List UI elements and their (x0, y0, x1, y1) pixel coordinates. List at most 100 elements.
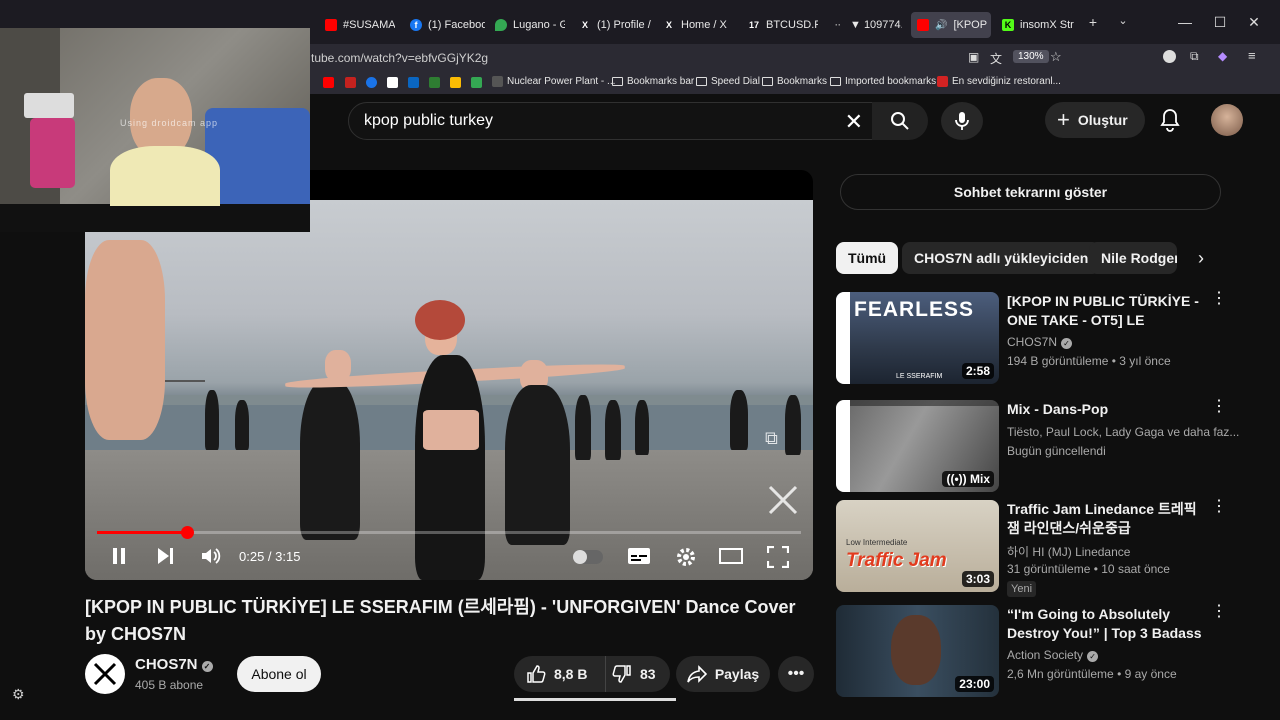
url-input[interactable]: tube.com/watch?v=ebfvGGjYK2g (311, 51, 488, 65)
more-actions-button[interactable]: ••• (778, 656, 814, 692)
dislike-button[interactable]: 83 (610, 656, 670, 692)
menu-icon[interactable]: ≡ (1248, 48, 1256, 63)
recommendation-meta: 194 B görüntüleme • 3 yıl önce (1007, 354, 1171, 368)
chip-all[interactable]: Tümü (836, 242, 899, 274)
tab-susamam[interactable]: #SUSAMAM (325, 12, 395, 38)
x-icon: X (581, 20, 588, 30)
chevron-right-icon[interactable]: › (1180, 242, 1226, 274)
recommendation-item[interactable]: FEARLESS LE SSERAFIM 2:58 [KPOP IN PUBLI… (836, 291, 1227, 384)
recommendation-channel[interactable]: CHOS7N ✓ (1007, 335, 1073, 349)
theater-mode-icon[interactable] (719, 546, 743, 566)
recommendation-title[interactable]: Mix - Dans-Pop (1007, 400, 1207, 420)
bookmark-folder[interactable]: Bookmarks bar (612, 76, 694, 87)
recommendation-channel[interactable]: Action Society ✓ (1007, 648, 1099, 662)
bookmark-folder[interactable]: Bookmarks (762, 76, 827, 87)
video-thumbnail[interactable]: Traffic Jam Low Intermediate 3:03 (836, 500, 999, 592)
pause-icon[interactable] (109, 546, 129, 566)
show-chat-replay-button[interactable]: Sohbet tekrarını göster (840, 174, 1221, 210)
search-box[interactable]: kpop public turkey ✕ (348, 102, 878, 140)
clear-search-icon[interactable]: ✕ (845, 109, 863, 135)
gmail-icon[interactable] (345, 77, 356, 88)
tab-profile-x[interactable]: X (1) Profile / X (579, 12, 654, 38)
duration-badge: 23:00 (955, 676, 994, 692)
bookmark-folder[interactable]: Speed Dial (696, 76, 760, 87)
bookmark-icon[interactable] (408, 77, 419, 88)
thumbs-up-icon (527, 665, 546, 683)
bookmark-icon[interactable] (429, 77, 440, 88)
tab-kpop-active[interactable]: 🔊 [KPOP ✕ (911, 12, 991, 38)
video-thumbnail[interactable]: ((•)) Mix (836, 400, 999, 492)
search-input[interactable]: kpop public turkey (364, 112, 493, 130)
kebab-menu-icon[interactable]: ⋮ (1211, 291, 1227, 307)
cast-icon[interactable]: ⧉ (765, 428, 778, 449)
tab-insomx[interactable]: K insomX Strea (1002, 12, 1074, 38)
profile-icon[interactable] (1163, 50, 1176, 63)
bookmark-icon[interactable] (471, 77, 482, 88)
subtitles-icon[interactable] (627, 546, 651, 566)
bookmark-folder[interactable]: Imported bookmarks (830, 76, 936, 87)
star-icon[interactable]: ☆ (1050, 49, 1062, 65)
create-button[interactable]: + Oluştur (1045, 102, 1145, 138)
settings-gear-icon[interactable]: ⚙ (12, 686, 25, 703)
next-icon[interactable] (155, 546, 175, 566)
translate-icon[interactable]: 文 (990, 50, 1002, 67)
recommendation-item[interactable]: Traffic Jam Low Intermediate 3:03 Traffi… (836, 499, 1227, 597)
tab-facebook[interactable]: f (1) Facebook (410, 12, 485, 38)
tab-ticker[interactable]: ·· ▼ 109774.6 | (832, 12, 902, 38)
progress-track[interactable] (97, 531, 801, 534)
kebab-menu-icon[interactable]: ⋮ (1211, 499, 1227, 515)
chip-nile-rodgers[interactable]: Nile Rodger (1089, 242, 1177, 274)
bookmark-icon[interactable] (366, 77, 377, 88)
picture-icon[interactable]: ▣ (968, 50, 979, 64)
bookmark-nuclear[interactable]: Nuclear Power Plant - ... (492, 76, 615, 87)
maximize-icon[interactable]: ☐ (1210, 14, 1230, 31)
autoplay-toggle[interactable] (573, 550, 603, 564)
tab-list-icon[interactable]: ⌄ (1113, 14, 1133, 27)
voice-search-button[interactable] (941, 102, 983, 140)
recommendation-channel[interactable]: 하이 HI (MJ) Linedance (1007, 543, 1130, 560)
channel-name[interactable]: CHOS7N ✓ (135, 656, 213, 673)
like-dislike-group: 8,8 B 83 (514, 656, 670, 692)
recommendation-item[interactable]: ((•)) Mix Mix - Dans-Pop Tiësto, Paul Lo… (836, 399, 1239, 492)
webcam-overlay: Using droidcam app (0, 28, 310, 232)
subscribe-button[interactable]: Abone ol (237, 656, 321, 692)
extensions-icon[interactable]: ⧉ (1190, 49, 1199, 64)
bookmark-restoran[interactable]: En sevdiğiniz restoranl... (937, 76, 1061, 87)
thumbnail-subtext: LE SSERAFIM (896, 373, 943, 380)
close-window-icon[interactable]: ✕ (1244, 14, 1264, 31)
video-thumbnail[interactable]: 23:00 (836, 605, 999, 697)
settings-icon[interactable] (675, 546, 697, 568)
kebab-menu-icon[interactable]: ⋮ (1211, 399, 1227, 415)
recommendation-item[interactable]: 23:00 “I'm Going to Absolutely Destroy Y… (836, 604, 1227, 697)
tab-btcusd[interactable]: 17 BTCUSD.P 10 (748, 12, 818, 38)
channel-avatar[interactable] (85, 654, 125, 694)
recommendation-title[interactable]: Traffic Jam Linedance 트레픽잼 라인댄스/쉬운중급 (1007, 500, 1207, 538)
drive-icon[interactable] (450, 77, 461, 88)
video-frame (85, 200, 813, 580)
bell-icon[interactable] (1159, 108, 1181, 132)
video-thumbnail[interactable]: FEARLESS LE SSERAFIM 2:58 (836, 292, 999, 384)
recommendation-channel[interactable]: Tiësto, Paul Lock, Lady Gaga ve daha faz… (1007, 425, 1239, 439)
kebab-menu-icon[interactable]: ⋮ (1211, 604, 1227, 620)
like-button[interactable]: 8,8 B (514, 656, 606, 692)
chip-from-uploader[interactable]: CHOS7N adlı yükleyiciden (902, 242, 1101, 274)
search-button[interactable] (872, 102, 928, 140)
fullscreen-icon[interactable] (767, 546, 789, 568)
youtube-icon[interactable] (323, 77, 334, 88)
recommendation-title[interactable]: [KPOP IN PUBLIC TÜRKİYE - ONE TAKE - OT5… (1007, 292, 1207, 330)
share-button[interactable]: Paylaş (676, 656, 770, 692)
volume-icon[interactable] (200, 546, 222, 566)
bookmark-icon[interactable] (387, 77, 398, 88)
tab-home-x[interactable]: X Home / X (663, 12, 733, 38)
addon-icon[interactable]: ◆ (1218, 49, 1227, 63)
minimize-icon[interactable]: — (1175, 14, 1195, 30)
bookmark-icon (492, 76, 503, 87)
facebook-icon: f (410, 19, 422, 31)
tab-lugano[interactable]: Lugano - Go (495, 12, 565, 38)
zoom-level[interactable]: 130% (1013, 50, 1049, 63)
avatar[interactable] (1211, 104, 1243, 136)
recommendation-title[interactable]: “I'm Going to Absolutely Destroy You!” |… (1007, 605, 1207, 643)
new-tab-icon[interactable]: + (1083, 14, 1103, 30)
verified-icon: ✓ (1087, 651, 1099, 662)
channel-watermark-icon[interactable] (767, 484, 799, 516)
